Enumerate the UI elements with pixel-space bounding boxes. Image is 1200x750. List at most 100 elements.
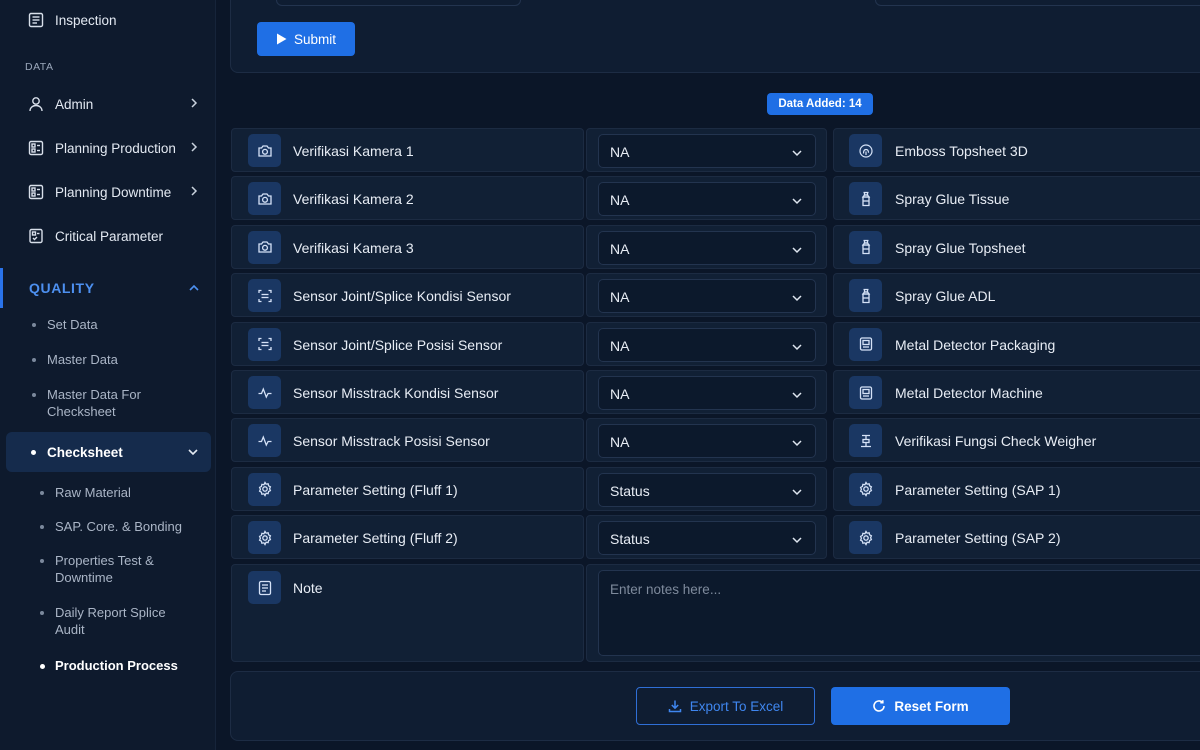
- gear-icon: [849, 521, 882, 555]
- status-select-value: NA: [610, 386, 630, 402]
- checkitem-label: Sensor Joint/Splice Posisi Sensor: [293, 336, 503, 353]
- nav-item-inspection[interactable]: Inspection: [0, 0, 216, 40]
- bullet-icon: [32, 393, 36, 397]
- checkitem-label: Parameter Setting (Fluff 1): [293, 481, 458, 498]
- top-input-field[interactable]: [276, 0, 521, 6]
- submit-button[interactable]: Submit: [257, 22, 355, 56]
- chevron-right-icon: [191, 98, 198, 108]
- status-select[interactable]: NA: [598, 182, 816, 217]
- status-select[interactable]: Status: [598, 472, 816, 507]
- notes-textarea[interactable]: [598, 570, 1200, 656]
- checkitem-label-cell: Sensor Joint/Splice Posisi Sensor: [231, 321, 584, 366]
- chevron-right-icon: [191, 186, 198, 196]
- checkitem-label: Parameter Setting (Fluff 2): [293, 530, 458, 547]
- status-select-value: NA: [610, 192, 630, 209]
- nav-item-daily-report[interactable]: Daily Report Splice Audit: [40, 604, 166, 638]
- status-select[interactable]: NA: [598, 376, 816, 410]
- nav-sub-label: Set Data: [47, 317, 98, 332]
- nav-item-properties-test[interactable]: Properties Test & Downtime: [40, 552, 154, 586]
- nav-sub-checksheet[interactable]: Checksheet: [6, 432, 211, 472]
- checkitem-right-cell[interactable]: Parameter Setting (SAP 2): [833, 515, 1200, 560]
- nav-item-production-process[interactable]: Production Process: [40, 657, 178, 674]
- chevron-down-icon: [792, 344, 802, 350]
- chevron-down-icon: [792, 440, 802, 447]
- checkitem-select-cell: NA: [586, 418, 827, 463]
- nav-item-label: Planning Downtime: [55, 184, 172, 200]
- checkitem-right-cell[interactable]: Verifikasi Fungsi Check Weigher: [833, 418, 1200, 463]
- section-label-data: DATA: [25, 61, 54, 73]
- reset-form-button[interactable]: Reset Form: [831, 687, 1010, 725]
- bullet-icon: [31, 450, 36, 455]
- grid-list-icon: [27, 139, 45, 157]
- chevron-right-icon: [191, 142, 198, 152]
- scale-icon: [849, 424, 882, 458]
- checkitem-select-cell: NA: [586, 321, 827, 366]
- chevron-down-icon: [792, 247, 802, 253]
- checkitem-right-cell[interactable]: Metal Detector Machine: [833, 370, 1200, 414]
- nav-sub-label: Master Data For: [47, 387, 141, 402]
- status-select-value: Status: [610, 482, 650, 499]
- nav-sub-set-data[interactable]: Set Data: [32, 316, 98, 333]
- checkitem-right-cell[interactable]: Emboss Topsheet 3D: [833, 128, 1200, 172]
- detector-icon: [849, 376, 882, 409]
- checkitem-label: Sensor Misstrack Posisi Sensor: [293, 433, 490, 450]
- checkitem-right-cell[interactable]: Parameter Setting (SAP 1): [833, 466, 1200, 511]
- activity-icon: [248, 424, 281, 458]
- nav-group-quality[interactable]: QUALITY: [0, 268, 216, 308]
- checkitem-label-cell: Parameter Setting (Fluff 1): [231, 466, 584, 511]
- checkitem-right-label: Emboss Topsheet 3D: [895, 143, 1028, 159]
- nav-item-admin[interactable]: Admin: [0, 84, 216, 124]
- checkitem-select-cell: NA: [586, 273, 827, 318]
- chevron-down-icon: [792, 295, 802, 302]
- nav-item-planning-production[interactable]: Planning Production: [0, 128, 216, 168]
- nav-sub-label: SAP. Core. & Bonding: [55, 519, 182, 534]
- nav-sub-label: Daily Report Splice: [55, 605, 166, 620]
- spray-bottle-icon: [849, 279, 882, 313]
- status-select[interactable]: NA: [598, 230, 816, 265]
- user-icon: [27, 95, 45, 113]
- checkitem-label: Verifikasi Kamera 2: [293, 191, 414, 208]
- checkitem-right-cell[interactable]: Spray Glue Tissue: [833, 176, 1200, 221]
- checkitem-right-cell[interactable]: Spray Glue Topsheet: [833, 224, 1200, 269]
- checkitem-right-cell[interactable]: Metal Detector Packaging: [833, 321, 1200, 366]
- checkitem-label-cell: Parameter Setting (Fluff 2): [231, 515, 584, 560]
- checkitem-right-label: Metal Detector Machine: [895, 385, 1043, 401]
- checkitem-label: Verifikasi Kamera 1: [293, 143, 414, 159]
- nav-sub-label: Master Data: [47, 352, 118, 367]
- nav-sub-master-data[interactable]: Master Data: [32, 351, 118, 368]
- note-label: Note: [293, 580, 323, 596]
- nav-item-raw-material[interactable]: Raw Material: [40, 484, 131, 501]
- nav-item-label: Critical Parameter: [55, 228, 164, 244]
- checkitem-select-cell: NA: [586, 370, 827, 414]
- nav-item-planning-downtime[interactable]: Planning Downtime: [0, 172, 216, 212]
- nav-sub-label: Audit: [55, 622, 85, 637]
- top-input-field[interactable]: [875, 0, 1200, 6]
- top-form-panel: [230, 0, 1200, 73]
- checkitem-select-cell: NA: [586, 176, 827, 221]
- nav-item-critical-parameter[interactable]: Critical Parameter: [0, 216, 216, 256]
- checkitem-select-cell: Status: [586, 515, 827, 560]
- detector-icon: [849, 327, 882, 361]
- camera-icon: [248, 230, 281, 264]
- checkitem-right-label: Spray Glue Tissue: [895, 191, 1010, 208]
- status-select[interactable]: NA: [598, 279, 816, 314]
- checkitem-right-cell[interactable]: Spray Glue ADL: [833, 273, 1200, 318]
- status-select-value: NA: [610, 337, 630, 354]
- spray-bottle-icon: [849, 182, 882, 216]
- bullet-icon: [32, 323, 36, 327]
- checkitem-right-label: Spray Glue ADL: [895, 288, 996, 305]
- status-select[interactable]: NA: [598, 424, 816, 459]
- bullet-icon: [40, 559, 44, 563]
- document-list-icon: [27, 11, 45, 29]
- spray-bottle-icon: [849, 230, 882, 264]
- status-select[interactable]: NA: [598, 327, 816, 362]
- nav-item-sap-core-bonding[interactable]: SAP. Core. & Bonding: [40, 518, 182, 535]
- refresh-icon: [873, 700, 886, 712]
- nav-sub-master-data-checksheet[interactable]: Master Data For Checksheet: [32, 386, 141, 420]
- chevron-down-icon: [792, 198, 802, 205]
- chevron-down-icon: [792, 489, 802, 495]
- status-select[interactable]: Status: [598, 521, 816, 556]
- status-select[interactable]: NA: [598, 134, 816, 168]
- note-label-cell: Note: [231, 564, 584, 662]
- export-to-excel-button[interactable]: Export To Excel: [636, 687, 815, 725]
